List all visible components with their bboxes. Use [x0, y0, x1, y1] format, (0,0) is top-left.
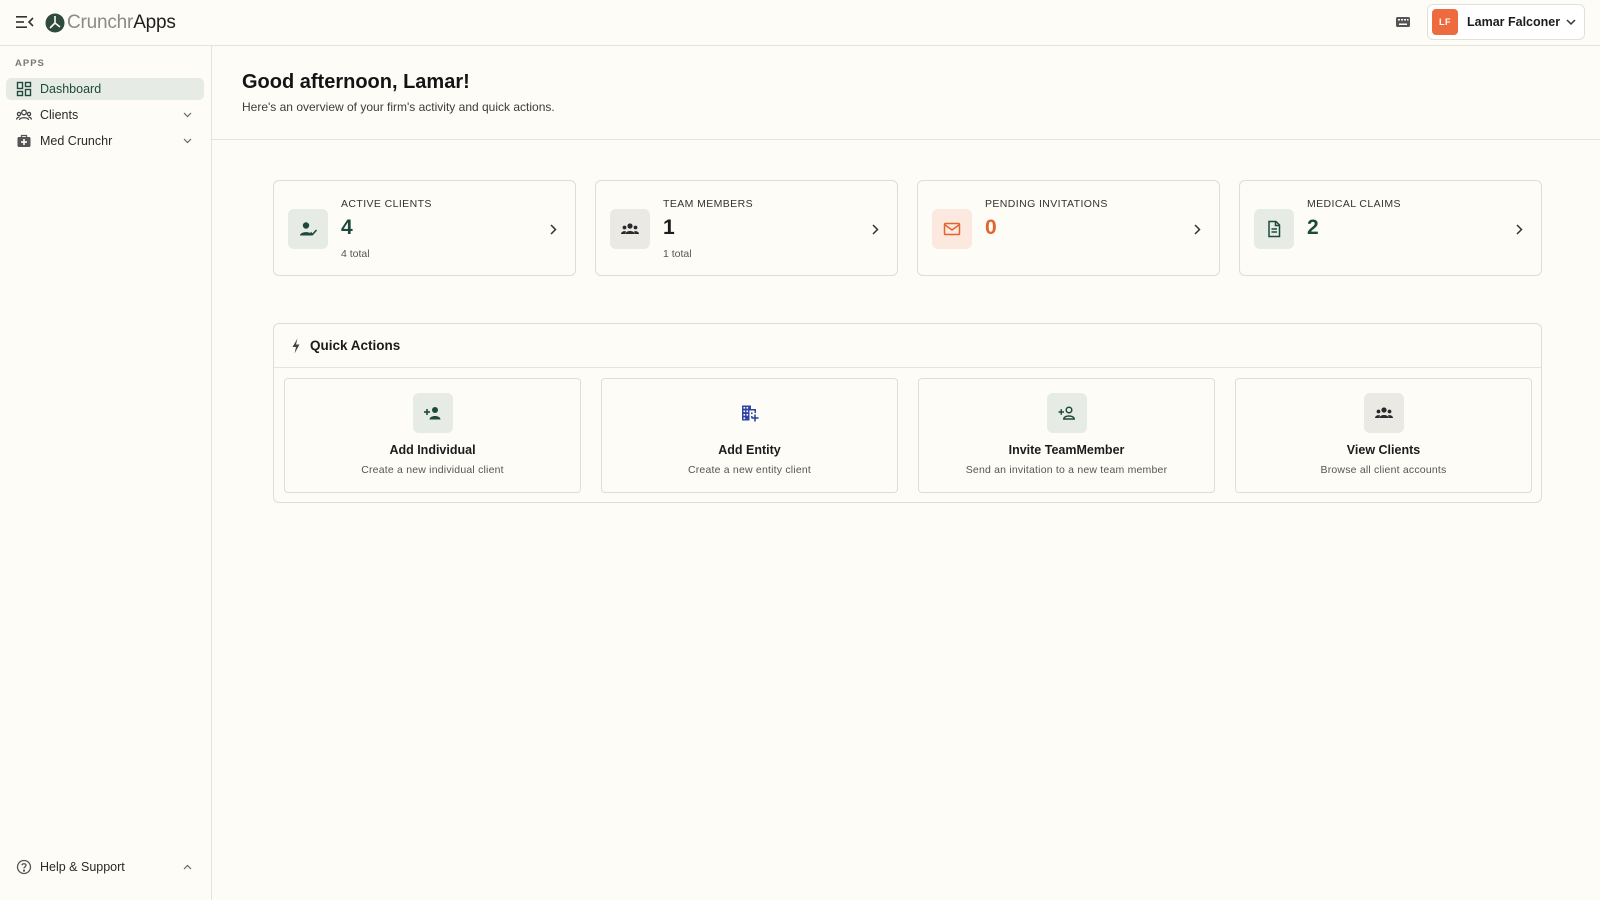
sidebar: APPS Dashboard Clients Med Crunchr Help … — [0, 46, 212, 900]
brand-name-part1: Crunchr — [67, 12, 134, 33]
page-title: Good afternoon, Lamar! — [242, 71, 470, 93]
user-name: Lamar Falconer — [1467, 15, 1561, 29]
chevron-right-icon — [1516, 224, 1523, 235]
sidebar-item-label: Dashboard — [40, 82, 102, 96]
sidebar-item-dashboard[interactable]: Dashboard — [6, 78, 204, 100]
stat-label: MEDICAL CLAIMS — [1307, 198, 1401, 210]
mail-icon — [932, 209, 972, 249]
users-icon — [16, 107, 32, 123]
group-icon — [1364, 393, 1404, 433]
top-bar: CrunchrApps LF Lamar Falconer — [0, 0, 1600, 46]
chevron-up-icon — [183, 864, 192, 870]
lightning-icon — [291, 338, 301, 354]
quick-action-description: Send an invitation to a new team member — [965, 464, 1168, 476]
menu-collapse-icon[interactable] — [16, 14, 34, 30]
brand-logo[interactable]: CrunchrApps — [45, 11, 176, 35]
stat-value: 1 — [663, 216, 675, 239]
chevron-down-icon — [183, 138, 192, 144]
stat-label: TEAM MEMBERS — [663, 198, 753, 210]
chevron-down-icon — [1566, 19, 1576, 26]
sidebar-section-label: APPS — [15, 58, 45, 69]
help-support-label: Help & Support — [40, 860, 125, 874]
divider — [212, 139, 1600, 140]
medical-bag-icon — [16, 133, 32, 149]
quick-action-view-clients[interactable]: View Clients Browse all client accounts — [1235, 378, 1532, 493]
stat-subtext: 1 total — [663, 248, 692, 260]
brand-name: CrunchrApps — [67, 12, 176, 34]
quick-actions-header: Quick Actions — [274, 324, 1541, 368]
chevron-right-icon — [550, 224, 557, 235]
stat-value: 4 — [341, 216, 353, 239]
stat-card-medical-claims[interactable]: MEDICAL CLAIMS 2 — [1239, 180, 1542, 276]
stat-value: 0 — [985, 216, 997, 239]
quick-actions-panel: Quick Actions Add Individual Create a ne… — [273, 323, 1542, 503]
help-icon — [16, 859, 32, 875]
stat-card-team-members[interactable]: TEAM MEMBERS 1 1 total — [595, 180, 898, 276]
chevron-right-icon — [872, 224, 879, 235]
sidebar-item-label: Clients — [40, 108, 79, 122]
stat-subtext: 4 total — [341, 248, 370, 260]
stat-label: ACTIVE CLIENTS — [341, 198, 432, 210]
brand-name-part2: Apps — [133, 12, 176, 33]
sidebar-item-clients[interactable]: Clients — [6, 104, 204, 126]
quick-action-name: Add Individual — [389, 443, 476, 457]
logo-mark-icon — [45, 13, 65, 33]
user-menu-button[interactable]: LF Lamar Falconer — [1427, 4, 1585, 40]
building-add-icon — [730, 393, 770, 433]
quick-action-description: Browse all client accounts — [1320, 464, 1447, 476]
person-check-icon — [288, 209, 328, 249]
sidebar-item-med-crunchr[interactable]: Med Crunchr — [6, 130, 204, 152]
document-icon — [1254, 209, 1294, 249]
help-support-button[interactable]: Help & Support — [6, 856, 204, 878]
chevron-down-icon — [183, 112, 192, 118]
person-invite-icon — [1047, 393, 1087, 433]
stat-label: PENDING INVITATIONS — [985, 198, 1108, 210]
page-subtitle: Here's an overview of your firm's activi… — [242, 100, 555, 114]
quick-action-invite-team-member[interactable]: Invite TeamMember Send an invitation to … — [918, 378, 1215, 493]
quick-action-add-entity[interactable]: Add Entity Create a new entity client — [601, 378, 898, 493]
stat-card-active-clients[interactable]: ACTIVE CLIENTS 4 4 total — [273, 180, 576, 276]
quick-action-name: Invite TeamMember — [1008, 443, 1125, 457]
stat-card-pending-invitations[interactable]: PENDING INVITATIONS 0 — [917, 180, 1220, 276]
quick-action-name: View Clients — [1346, 443, 1421, 457]
quick-action-description: Create a new entity client — [687, 464, 812, 476]
quick-action-description: Create a new individual client — [361, 464, 504, 476]
quick-action-add-individual[interactable]: Add Individual Create a new individual c… — [284, 378, 581, 493]
sidebar-item-label: Med Crunchr — [40, 134, 113, 148]
keyboard-icon[interactable] — [1395, 15, 1411, 29]
quick-actions-title: Quick Actions — [310, 338, 401, 353]
group-icon — [610, 209, 650, 249]
avatar: LF — [1432, 9, 1458, 35]
chevron-right-icon — [1194, 224, 1201, 235]
quick-action-name: Add Entity — [718, 443, 781, 457]
person-add-icon — [413, 393, 453, 433]
dashboard-icon — [16, 81, 32, 97]
stat-value: 2 — [1307, 216, 1319, 239]
